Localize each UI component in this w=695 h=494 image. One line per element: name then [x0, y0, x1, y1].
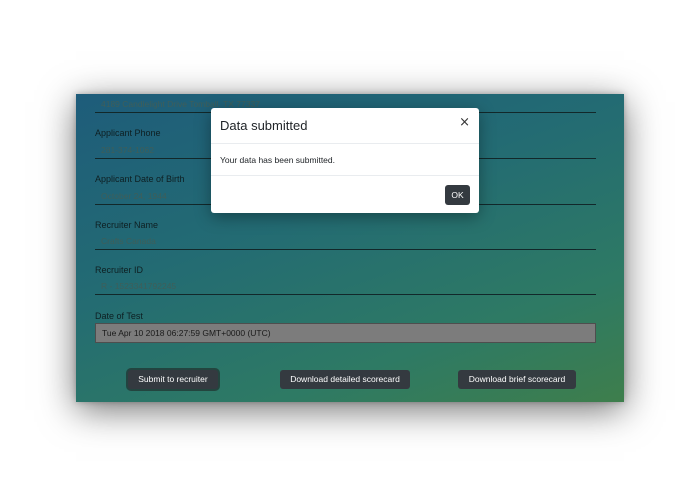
dialog-title: Data submitted	[220, 118, 308, 133]
data-submitted-dialog: Data submitted × Your data has been subm…	[211, 108, 479, 213]
test-date-label: Date of Test	[95, 311, 143, 321]
dialog-footer: OK	[211, 175, 479, 213]
recruiter-name-label: Recruiter Name	[95, 220, 159, 230]
dob-label: Applicant Date of Birth	[95, 174, 185, 184]
download-detailed-scorecard-button[interactable]: Download detailed scorecard	[280, 370, 410, 389]
recruiter-id-label: Recruiter ID	[95, 265, 144, 275]
submit-to-recruiter-button[interactable]: Submit to recruiter	[128, 370, 218, 389]
recruiter-name-value[interactable]: Crafts Canada	[95, 233, 596, 250]
recruiter-id-value[interactable]: R - 1523341792245	[95, 278, 596, 295]
close-icon[interactable]: ×	[459, 116, 470, 129]
download-brief-scorecard-button[interactable]: Download brief scorecard	[458, 370, 576, 389]
test-date-value[interactable]: Tue Apr 10 2018 06:27:59 GMT+0000 (UTC)	[95, 323, 596, 343]
phone-label: Applicant Phone	[95, 128, 161, 138]
dialog-message: Your data has been submitted.	[220, 155, 335, 165]
dialog-header: Data submitted ×	[211, 108, 479, 144]
ok-button[interactable]: OK	[445, 185, 470, 205]
